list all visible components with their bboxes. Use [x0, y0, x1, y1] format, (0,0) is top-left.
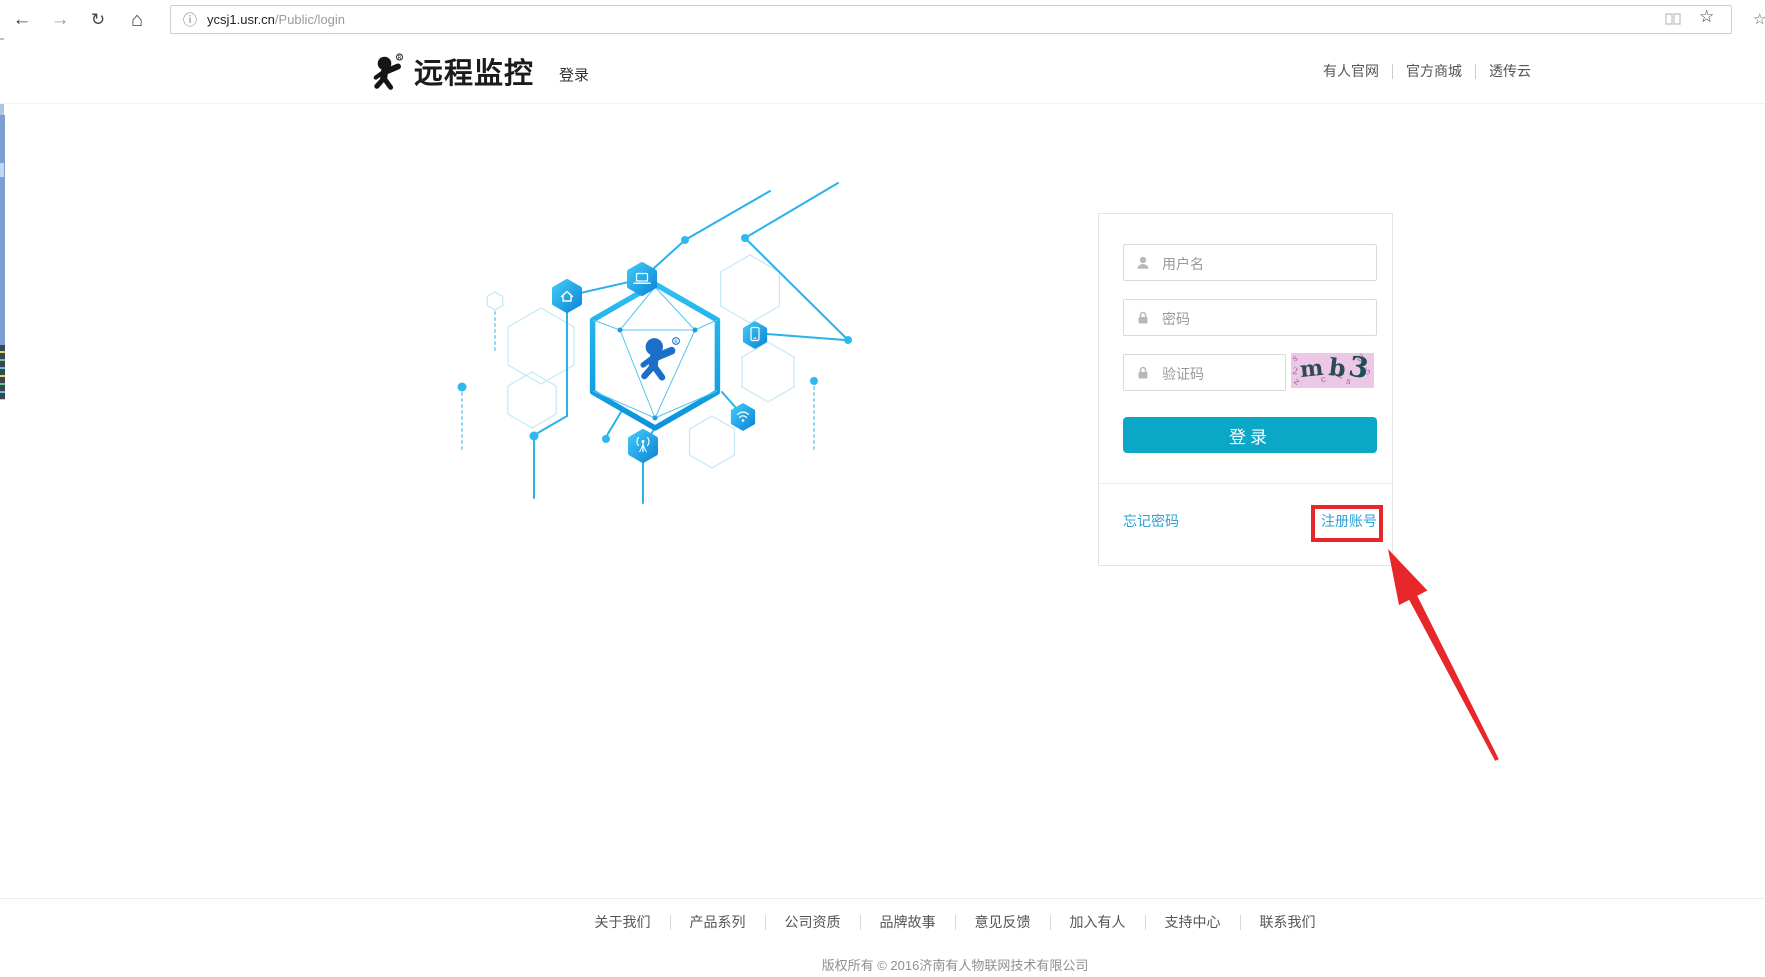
captcha-input[interactable] [1160, 355, 1285, 392]
lock-icon [1135, 365, 1151, 381]
url-path[interactable]: /Public/login [275, 12, 345, 27]
nav-login-tab[interactable]: 登录 [559, 64, 589, 85]
username-input[interactable] [1160, 245, 1376, 282]
site-info-icon[interactable]: ⓘ [183, 10, 197, 30]
footer-links: 关于我们 产品系列 公司资质 品牌故事 意见反馈 加入有人 支持中心 联系我们 [555, 912, 1355, 932]
copyright-text: 版权所有 © 2016济南有人物联网技术有限公司 [555, 955, 1355, 974]
footer-divider [0, 898, 1765, 899]
laptop-icon [637, 274, 648, 282]
antenna-icon [642, 440, 645, 443]
link-usr-official-site[interactable]: 有人官网 [1310, 61, 1392, 81]
phone-badge [745, 323, 766, 347]
footer-link-support-center[interactable]: 支持中心 [1146, 912, 1240, 932]
captcha-image[interactable]: s 2 z c 2 2 5 s m b 3 [1291, 353, 1374, 388]
username-field-row [1123, 244, 1377, 281]
captcha-char: b [1327, 353, 1347, 383]
footer-link-product-series[interactable]: 产品系列 [671, 912, 765, 932]
annotation-highlight-box [1311, 505, 1383, 542]
forgot-password-link[interactable]: 忘记密码 [1123, 511, 1179, 531]
refresh-icon[interactable]: ↻ [84, 6, 112, 34]
home-icon [562, 292, 573, 302]
site-header: R 远程监控 登录 有人官网 官方商城 透传云 [0, 40, 1765, 104]
browser-toolbar: ← → ↻ ⌂ ⓘ ycsj1.usr.cn/Public/login ☆ ☆ [0, 0, 1765, 41]
url-host[interactable]: ycsj1.usr.cn [207, 12, 275, 27]
wifi-icon [738, 412, 749, 417]
wifi-badge [733, 405, 754, 429]
forward-icon[interactable]: → [46, 6, 74, 34]
password-input[interactable] [1160, 300, 1376, 337]
site-logo[interactable]: R 远程监控 [370, 51, 534, 91]
smartphone-icon [751, 328, 759, 341]
header-links: 有人官网 官方商城 透传云 [1310, 61, 1544, 81]
usr-person-logo-icon: R [370, 51, 408, 91]
logo-title: 远程监控 [414, 60, 534, 89]
captcha-noise-char: z [1291, 377, 1301, 388]
user-icon [1135, 255, 1151, 271]
captcha-field-row [1123, 354, 1286, 391]
login-card: s 2 z c 2 2 5 s m b 3 登录 忘记密码 注册账号 [1098, 213, 1393, 566]
screen-edge-strip [0, 115, 5, 345]
reading-view-icon[interactable] [1664, 11, 1682, 27]
lock-icon [1135, 310, 1151, 326]
address-bar[interactable]: ⓘ ycsj1.usr.cn/Public/login ☆ [170, 5, 1732, 34]
home-badge [554, 281, 580, 311]
svg-text:R: R [674, 339, 678, 345]
footer-link-contact-us[interactable]: 联系我们 [1241, 912, 1335, 932]
annotation-arrow [0, 0, 1765, 977]
browser-window: ← → ↻ ⌂ ⓘ ycsj1.usr.cn/Public/login ☆ ☆ … [0, 0, 1765, 977]
footer-link-join-usr[interactable]: 加入有人 [1051, 912, 1145, 932]
link-transparent-cloud[interactable]: 透传云 [1476, 61, 1544, 81]
favorite-star-icon[interactable]: ☆ [1699, 7, 1714, 27]
usr-person-mark: R [643, 338, 679, 378]
login-button[interactable]: 登录 [1123, 417, 1377, 453]
footer-link-company-qualifications[interactable]: 公司资质 [766, 912, 860, 932]
iot-network-illustration: R [430, 175, 870, 515]
clipped-toolbar-icon: ☆ [1753, 10, 1765, 28]
footer-link-about-us[interactable]: 关于我们 [576, 912, 670, 932]
svg-text:R: R [398, 55, 402, 61]
link-official-mall[interactable]: 官方商城 [1393, 61, 1475, 81]
card-divider [1099, 483, 1392, 484]
captcha-char: m [1299, 355, 1325, 383]
home-icon[interactable]: ⌂ [123, 6, 151, 34]
footer-link-feedback[interactable]: 意见反馈 [956, 912, 1050, 932]
screen-edge-notch [0, 163, 4, 177]
laptop-badge [629, 264, 655, 294]
screen-edge-strip-dark [0, 345, 5, 400]
antenna-badge [630, 431, 656, 461]
back-icon[interactable]: ← [8, 6, 36, 34]
captcha-char: 3 [1346, 353, 1371, 385]
password-field-row [1123, 299, 1377, 336]
footer-link-brand-story[interactable]: 品牌故事 [861, 912, 955, 932]
